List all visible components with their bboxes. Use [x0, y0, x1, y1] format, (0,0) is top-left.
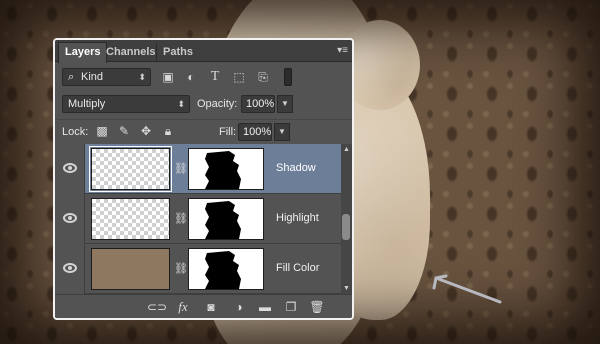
eye-icon [63, 263, 77, 273]
lock-image-pixels-icon[interactable]: ✎ [117, 124, 131, 138]
smart-object-filter-icon[interactable]: ⎘ [255, 69, 271, 85]
lock-row: Lock: ▩ ✎ ✥ 🔒︎ Fill: 100% ▼ [55, 119, 352, 143]
layer-mask-thumbnail[interactable] [188, 248, 264, 290]
mask-link-icon[interactable]: ⛓ [174, 162, 188, 176]
lock-label: Lock: [62, 126, 89, 138]
adjustment-layer-icon[interactable]: ◑ [231, 299, 247, 315]
lock-all-icon[interactable]: 🔒︎ [161, 124, 175, 138]
eye-icon [63, 163, 77, 173]
layer-name[interactable]: Fill Color [276, 262, 319, 274]
visibility-toggle[interactable] [55, 194, 85, 244]
kind-filter-select[interactable]: ⌕ Kind ⬍ [62, 68, 151, 86]
search-icon: ⌕ [68, 71, 75, 83]
layers-panel: Layers Channels Paths ▾≡ ⌕ Kind ⬍ ▣ ◐ T ⬚… [53, 38, 354, 320]
link-layers-icon[interactable]: ⊂⊃ [147, 299, 167, 315]
layer-mask-thumbnail[interactable] [188, 148, 264, 190]
layers-list: ⛓ Shadow ⛓ Highlight ⛓ Fill Color [55, 144, 341, 294]
type-filter-icon[interactable]: T [207, 69, 223, 85]
opacity-dropdown-icon[interactable]: ▼ [277, 95, 293, 113]
layer-name[interactable]: Highlight [276, 212, 319, 224]
visibility-toggle[interactable] [55, 144, 85, 194]
layer-thumbnail[interactable] [89, 146, 172, 192]
blend-row: Multiply ⬍ Opacity: 100% ▼ [55, 92, 352, 116]
layer-row-shadow[interactable]: ⛓ Shadow [55, 144, 341, 194]
tab-channels[interactable]: Channels [100, 43, 162, 62]
blend-mode-select[interactable]: Multiply ⬍ [62, 95, 190, 113]
scroll-up-icon[interactable]: ▲ [343, 146, 350, 153]
trash-icon[interactable]: 🗑︎ [309, 299, 325, 315]
group-folder-icon[interactable]: ▬ [257, 299, 273, 315]
layer-mask-thumbnail[interactable] [188, 198, 264, 240]
adjustment-filter-icon[interactable]: ◐ [183, 69, 199, 85]
scroll-thumb[interactable] [342, 214, 350, 240]
arrow-pointer-icon [432, 274, 502, 304]
fx-icon[interactable]: fx [175, 299, 191, 315]
blend-mode-value: Multiply [68, 98, 106, 110]
layer-name[interactable]: Shadow [276, 162, 316, 174]
tab-paths[interactable]: Paths [156, 43, 199, 62]
filter-toggle-switch[interactable] [284, 68, 292, 86]
layers-scrollbar[interactable]: ▲ ▼ [341, 144, 352, 294]
visibility-toggle[interactable] [55, 244, 85, 294]
layers-bottom-toolbar: ⊂⊃ fx ◙ ◑ ▬ ❐ 🗑︎ [55, 294, 352, 318]
layer-thumbnail[interactable] [91, 248, 170, 290]
mask-link-icon[interactable]: ⛓ [174, 262, 188, 276]
layer-row-fill-color[interactable]: ⛓ Fill Color [55, 244, 341, 294]
layer-thumbnail[interactable] [91, 198, 170, 240]
panel-menu-icon[interactable]: ▾≡ [337, 45, 348, 56]
mask-link-icon[interactable]: ⛓ [174, 212, 188, 226]
scroll-down-icon[interactable]: ▼ [343, 285, 350, 292]
stepper-icon: ⬍ [177, 99, 185, 109]
kind-label: Kind [81, 71, 104, 83]
opacity-input[interactable]: 100% [241, 95, 275, 113]
new-layer-icon[interactable]: ❐ [283, 299, 299, 315]
lock-transparent-pixels-icon[interactable]: ▩ [95, 124, 109, 138]
shape-filter-icon[interactable]: ⬚ [231, 69, 247, 85]
lock-position-icon[interactable]: ✥ [139, 124, 153, 138]
fill-dropdown-icon[interactable]: ▼ [274, 123, 290, 141]
image-filter-icon[interactable]: ▣ [160, 69, 176, 85]
panel-tab-bar: Layers Channels Paths ▾≡ [55, 40, 352, 63]
fill-input[interactable]: 100% [238, 123, 272, 141]
opacity-label: Opacity: [197, 98, 238, 110]
fill-label: Fill: [219, 126, 237, 138]
add-mask-icon[interactable]: ◙ [203, 299, 219, 315]
filter-row: ⌕ Kind ⬍ ▣ ◐ T ⬚ ⎘ [55, 64, 352, 90]
layer-row-highlight[interactable]: ⛓ Highlight [55, 194, 341, 244]
stepper-icon: ⬍ [138, 72, 146, 82]
eye-icon [63, 213, 77, 223]
